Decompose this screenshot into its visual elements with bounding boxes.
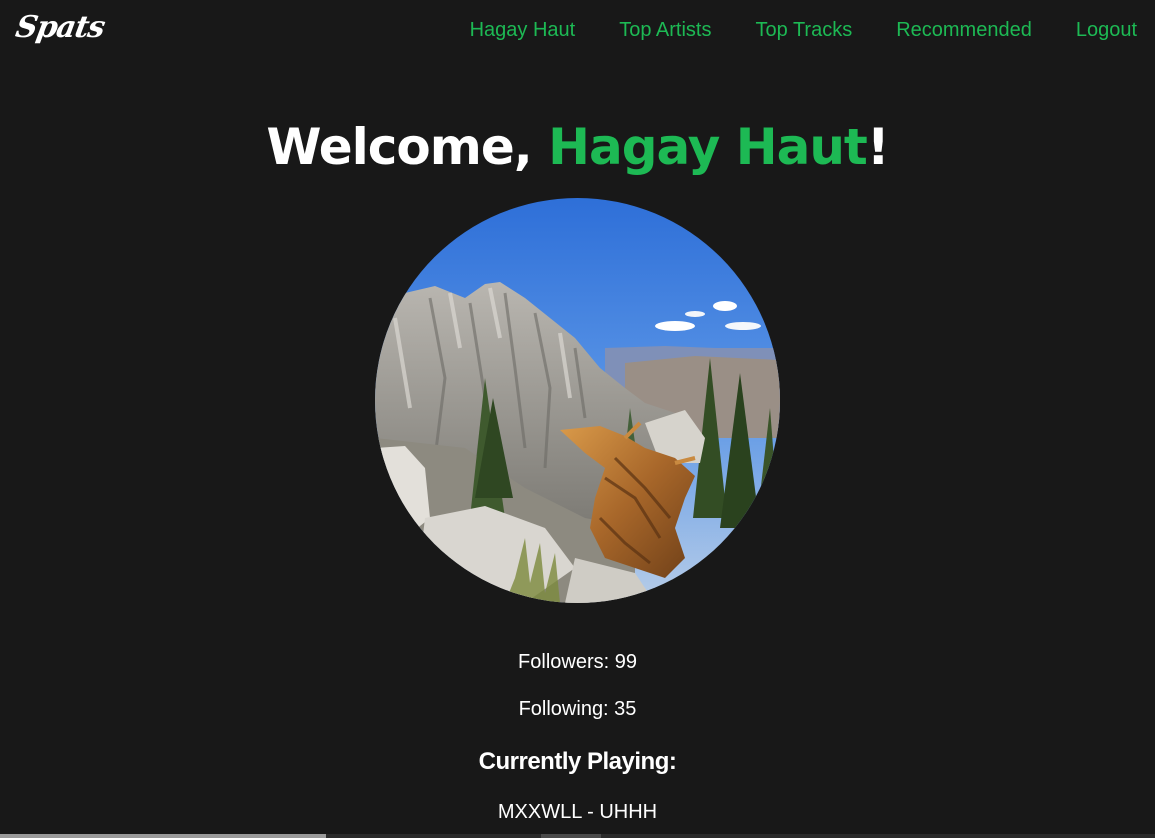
welcome-prefix: Welcome, — [266, 118, 549, 176]
scrollbar-marker — [541, 834, 601, 838]
nav-links: Hagay Haut Top Artists Top Tracks Recomm… — [426, 16, 1137, 44]
nav-link-top-tracks[interactable]: Top Tracks — [756, 16, 853, 44]
welcome-suffix: ! — [866, 118, 890, 176]
followers-count: Followers: 99 — [518, 651, 637, 673]
navbar: Spats Hagay Haut Top Artists Top Tracks … — [0, 0, 1155, 62]
nav-link-top-artists[interactable]: Top Artists — [619, 16, 711, 44]
profile-photo — [375, 198, 780, 603]
welcome-heading: Welcome, Hagay Haut! — [0, 112, 1155, 182]
currently-playing-heading: Currently Playing: — [478, 748, 677, 775]
profile-avatar — [375, 198, 780, 603]
nav-link-logout[interactable]: Logout — [1076, 16, 1137, 44]
nav-link-recommended[interactable]: Recommended — [896, 16, 1032, 44]
scrollbar-thumb[interactable] — [0, 834, 326, 838]
app-logo[interactable]: Spats — [12, 8, 107, 48]
following-count: Following: 35 — [518, 698, 637, 720]
horizontal-scrollbar[interactable] — [0, 834, 1155, 838]
nav-link-profile[interactable]: Hagay Haut — [470, 16, 576, 44]
welcome-user-name: Hagay Haut — [548, 118, 868, 176]
currently-playing-track: MXXWLL - UHHH — [497, 801, 658, 823]
